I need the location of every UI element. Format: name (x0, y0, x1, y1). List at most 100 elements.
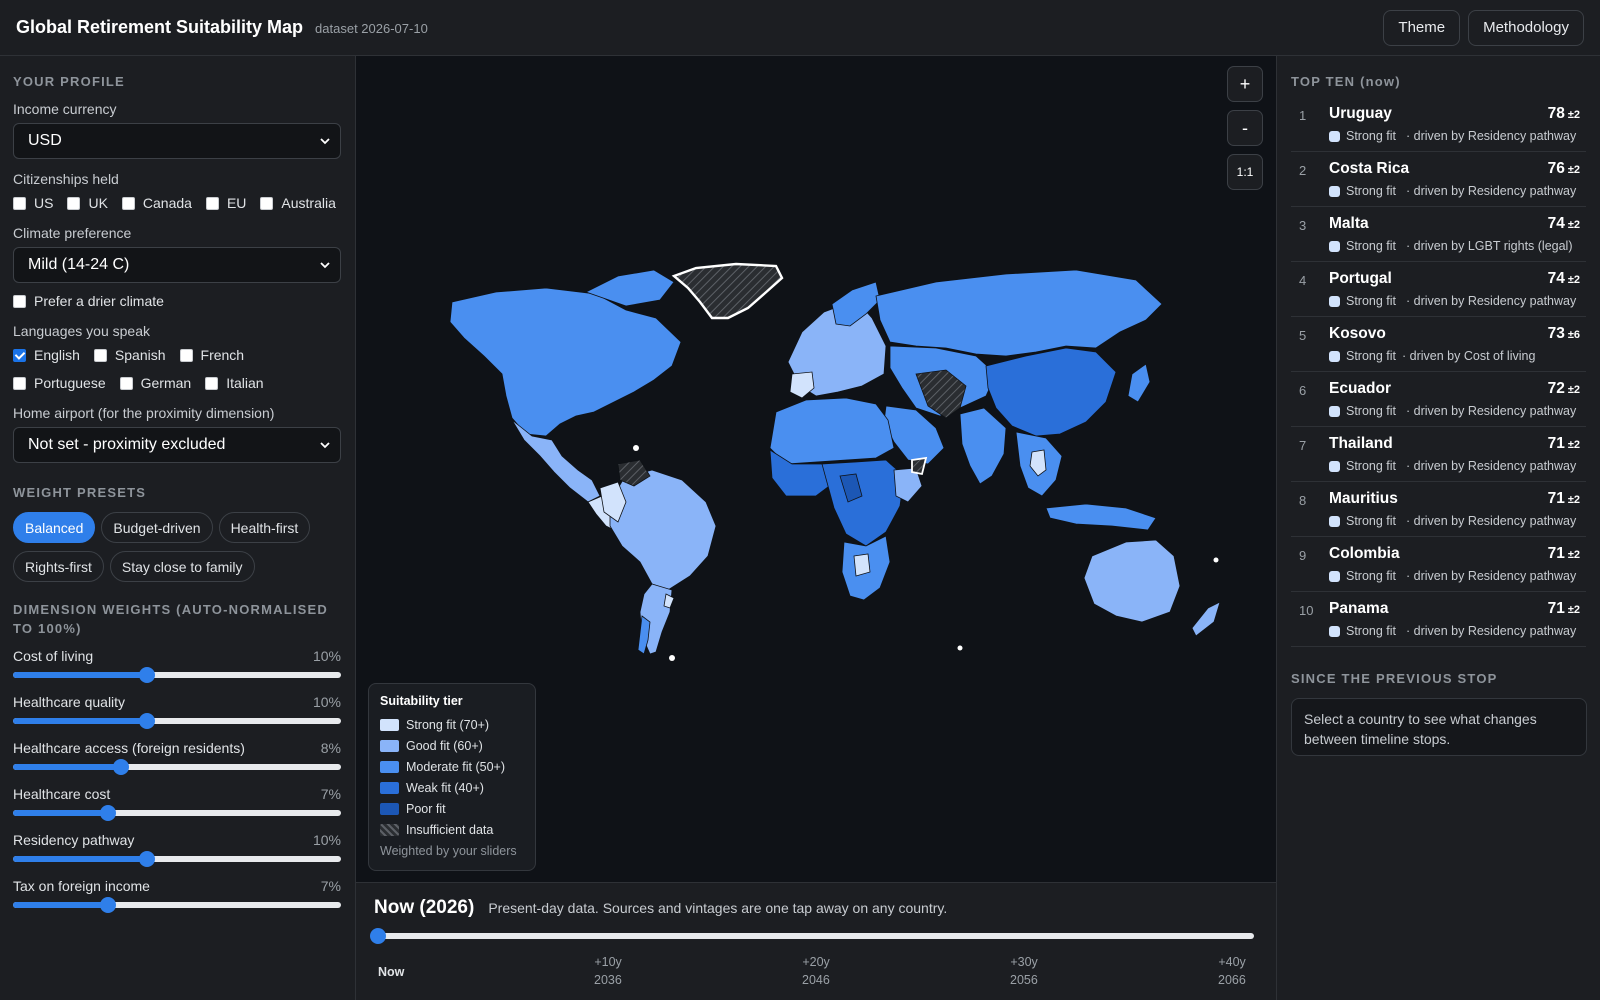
preset-balanced[interactable]: Balanced (13, 512, 96, 543)
language-portuguese[interactable]: Portuguese (13, 373, 106, 393)
tier-swatch (1329, 516, 1340, 527)
region-south-america-north[interactable] (609, 469, 717, 591)
preset-stay-close-to-family[interactable]: Stay close to family (109, 551, 255, 582)
region-north-america[interactable] (449, 287, 682, 437)
citizenship-australia[interactable]: Australia (260, 193, 336, 213)
checkbox[interactable] (205, 376, 219, 390)
top-ten-heading: TOP TEN (now) (1291, 74, 1401, 89)
zoom-in-button[interactable]: + (1227, 66, 1263, 102)
weight-slider-handle[interactable] (100, 897, 117, 913)
citizenship-eu[interactable]: EU (205, 193, 246, 213)
region-pacific-island[interactable] (1213, 557, 1219, 563)
top-ten-item[interactable]: 9 Colombia 71 ±2 Strong fit · driven by Resid… (1291, 537, 1586, 592)
checkbox[interactable] (13, 196, 26, 210)
top-ten-item[interactable]: 1 Uruguay 78 ±2 Strong fit · driven by Reside… (1291, 97, 1586, 152)
citizenship-canada[interactable]: Canada (121, 193, 192, 213)
region-somalia-hatch[interactable] (911, 456, 928, 476)
top-ten-item[interactable]: 10 Panama 71 ±2 Strong fit · driven by Reside… (1291, 592, 1586, 647)
checkbox[interactable] (13, 376, 26, 390)
legend-label: Weak fit (40+) (406, 780, 484, 795)
region-mexico[interactable] (511, 419, 601, 503)
top-ten-item[interactable]: 2 Costa Rica 76 ±2 Strong fit · driven by Res… (1291, 152, 1586, 207)
checkbox-checked[interactable] (13, 348, 26, 362)
legend-item: Weak fit (40+) (380, 777, 524, 798)
weight-slider-handle[interactable] (139, 713, 156, 729)
tier-swatch (1329, 131, 1340, 142)
region-new-zealand[interactable] (1191, 601, 1221, 637)
checkbox[interactable] (67, 196, 81, 210)
timeline-slider-handle[interactable] (370, 928, 386, 944)
weight-slider[interactable] (13, 805, 341, 821)
preset-rights-first[interactable]: Rights-first (13, 551, 104, 582)
preset-health-first[interactable]: Health-first (218, 512, 311, 543)
language-english[interactable]: English (13, 345, 80, 365)
country-name: Mauritius (1329, 490, 1398, 507)
weight-slider[interactable] (13, 713, 341, 729)
citizenship-uk[interactable]: UK (67, 193, 108, 213)
top-ten-item[interactable]: 6 Ecuador 72 ±2 Strong fit · driven by Reside… (1291, 372, 1586, 427)
world-map[interactable]: + - 1:1 Suitability tier Strong fit (70+… (356, 56, 1276, 882)
top-ten-item[interactable]: 3 Malta 74 ±2 Strong fit · driven by LGBT rig… (1291, 207, 1586, 262)
zoom-reset-button[interactable]: 1:1 (1227, 154, 1263, 190)
weight-slider[interactable] (13, 667, 341, 683)
language-italian[interactable]: Italian (205, 373, 264, 393)
top-ten-item[interactable]: 8 Mauritius 71 ±2 Strong fit · driven by Resi… (1291, 482, 1586, 537)
region-iberia[interactable] (789, 371, 815, 399)
checkbox[interactable] (119, 376, 133, 390)
climate-select[interactable]: Mild (14-24 C) (13, 247, 341, 283)
region-japan[interactable] (1127, 363, 1151, 403)
checkbox[interactable] (93, 348, 107, 362)
preset-budget-driven[interactable]: Budget-driven (101, 512, 213, 543)
weight-slider-handle[interactable] (100, 805, 117, 821)
checkbox[interactable] (205, 196, 219, 210)
timeline-stop[interactable]: +10y 2036 (594, 953, 622, 989)
timeline-stop[interactable]: Now (378, 963, 404, 981)
timeline-stop[interactable]: +30y 2056 (1010, 953, 1038, 989)
weight-percent: 8% (320, 740, 341, 756)
region-north-africa[interactable] (769, 397, 895, 465)
weight-slider-handle[interactable] (113, 759, 130, 775)
region-island[interactable] (669, 655, 675, 661)
region-russia[interactable] (875, 269, 1163, 357)
airport-select[interactable]: Not set - proximity excluded (13, 427, 341, 463)
language-french[interactable]: French (179, 345, 244, 365)
currency-select[interactable]: USD (13, 123, 341, 159)
region-indonesia[interactable] (1045, 503, 1157, 531)
top-ten-item[interactable]: 4 Portugal 74 ±2 Strong fit · driven by Resid… (1291, 262, 1586, 317)
top-ten-item[interactable]: 7 Thailand 71 ±2 Strong fit · driven by Resid… (1291, 427, 1586, 482)
language-german[interactable]: German (119, 373, 191, 393)
citizenship-us[interactable]: US (13, 193, 53, 213)
timeline-slider[interactable] (370, 928, 1254, 944)
theme-button[interactable]: Theme (1383, 9, 1461, 46)
region-mauritius[interactable] (957, 645, 963, 651)
country-name: Portugal (1329, 270, 1392, 287)
methodology-button[interactable]: Methodology (1468, 9, 1584, 46)
weight-slider[interactable] (13, 851, 341, 867)
language-spanish[interactable]: Spanish (93, 345, 166, 365)
region-uruguay[interactable] (663, 593, 675, 609)
zoom-out-button[interactable]: - (1227, 110, 1263, 146)
region-greenland[interactable] (671, 262, 784, 320)
legend-label: Moderate fit (50+) (406, 759, 506, 774)
region-caribbean[interactable] (633, 445, 639, 451)
region-australia[interactable] (1083, 539, 1181, 623)
region-india[interactable] (959, 407, 1007, 485)
region-china[interactable] (985, 347, 1117, 437)
weight-sliders: Cost of living 10% Healthcare quality 10% He… (13, 648, 341, 913)
checkbox[interactable] (179, 348, 193, 362)
weight-slider-handle[interactable] (139, 667, 156, 683)
weight-slider-handle[interactable] (139, 851, 156, 867)
since-heading: SINCE THE PREVIOUS STOP (1291, 671, 1498, 686)
timeline-stop[interactable]: +40y 2066 (1218, 953, 1246, 989)
weight-slider[interactable] (13, 759, 341, 775)
checkbox[interactable] (260, 196, 274, 210)
region-botswana[interactable] (853, 553, 871, 577)
checkbox[interactable] (13, 294, 26, 308)
top-ten-item[interactable]: 5 Kosovo 73 ±6 Strong fit · driven by Cost of… (1291, 317, 1586, 372)
timeline-stop[interactable]: +20y 2046 (802, 953, 830, 989)
checkbox[interactable] (121, 196, 135, 210)
rank-number: 9 (1299, 548, 1307, 563)
weight-slider[interactable] (13, 897, 341, 913)
drier-climate-checkbox[interactable]: Prefer a drier climate (13, 291, 164, 311)
region-central-africa[interactable] (821, 459, 905, 547)
